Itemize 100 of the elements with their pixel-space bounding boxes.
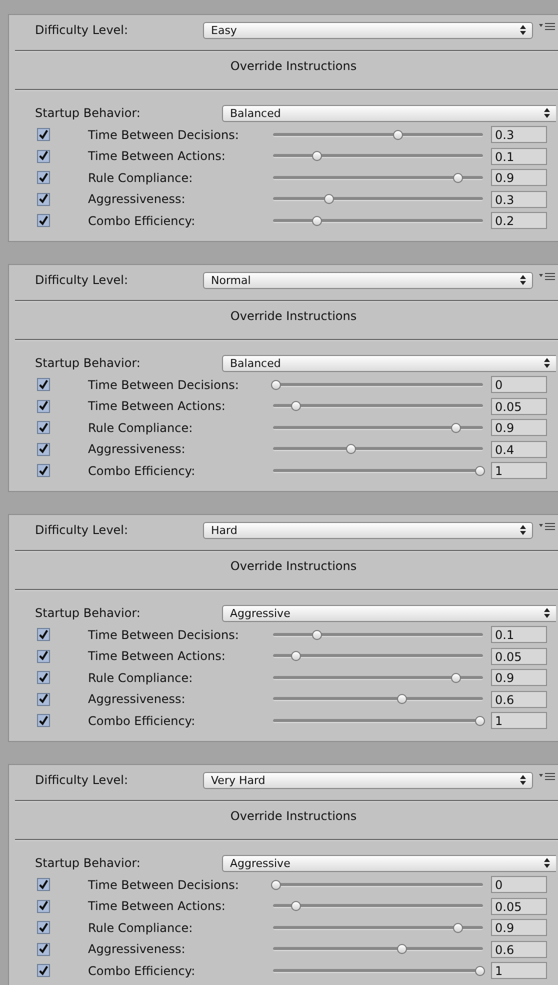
checkbox[interactable]	[37, 628, 50, 642]
checkbox[interactable]	[37, 192, 50, 206]
slider[interactable]	[271, 672, 485, 684]
value-field[interactable]: 0.1	[491, 626, 547, 644]
checkbox[interactable]	[37, 942, 50, 956]
difficulty-dropdown[interactable]: Hard	[203, 522, 533, 538]
checkbox[interactable]	[37, 171, 50, 184]
value-field[interactable]: 0.05	[491, 898, 547, 915]
checkbox[interactable]	[37, 442, 50, 456]
menu-icon[interactable]	[539, 772, 555, 782]
parameter-label: Rule Compliance:	[88, 170, 194, 185]
checkbox[interactable]	[37, 650, 50, 663]
value-field[interactable]: 0.9	[491, 419, 547, 436]
parameter-label: Combo Efficiency:	[88, 214, 196, 228]
slider-handle[interactable]	[312, 216, 322, 226]
difficulty-dropdown[interactable]: Very Hard	[203, 772, 533, 788]
slider[interactable]	[271, 214, 485, 227]
difficulty-dropdown[interactable]: Easy	[203, 22, 533, 38]
slider[interactable]	[271, 400, 485, 412]
checkbox[interactable]	[37, 150, 50, 163]
checkbox[interactable]	[37, 692, 50, 706]
difficulty-dropdown[interactable]: Normal	[203, 272, 533, 288]
slider[interactable]	[271, 878, 485, 891]
field-label: Difficulty Level:	[35, 523, 130, 537]
startup-dropdown[interactable]: Balanced	[222, 104, 556, 122]
checkbox[interactable]	[37, 900, 50, 913]
slider[interactable]	[271, 628, 485, 641]
slider[interactable]	[271, 900, 485, 912]
startup-dropdown[interactable]: Aggressive	[222, 854, 556, 872]
slider-handle[interactable]	[346, 444, 356, 454]
menu-icon[interactable]	[539, 22, 555, 32]
value-field[interactable]: 1	[491, 462, 547, 480]
checkbox[interactable]	[37, 671, 50, 684]
slider[interactable]	[271, 422, 485, 434]
field-label: Difficulty Level:	[35, 273, 130, 287]
value-field[interactable]: 0.9	[491, 919, 547, 936]
value-field[interactable]: 1	[491, 962, 547, 980]
slider-handle[interactable]	[291, 901, 302, 912]
slider[interactable]	[271, 464, 485, 477]
menu-icon[interactable]	[539, 272, 555, 282]
value-field[interactable]: 0.6	[491, 690, 547, 708]
slider-handle[interactable]	[291, 401, 302, 412]
menu-icon[interactable]	[539, 522, 555, 532]
checkbox[interactable]	[37, 400, 50, 413]
slider-handle[interactable]	[452, 172, 463, 183]
value-field[interactable]: 0.6	[491, 940, 547, 958]
slider[interactable]	[271, 964, 485, 977]
value-field[interactable]: 0.3	[491, 190, 547, 208]
slider[interactable]	[271, 922, 485, 934]
slider[interactable]	[271, 193, 485, 206]
value-field[interactable]: 0.9	[491, 169, 547, 186]
value-field[interactable]: 0.1	[491, 148, 547, 165]
checkbox[interactable]	[37, 214, 50, 228]
slider[interactable]	[271, 693, 485, 706]
slider-handle[interactable]	[475, 466, 485, 476]
value-field[interactable]: 0.4	[491, 440, 547, 458]
updown-arrow-icon	[544, 608, 550, 618]
value-field[interactable]: 0.05	[491, 398, 547, 415]
checkbox[interactable]	[37, 714, 50, 728]
slider[interactable]	[271, 714, 485, 727]
slider-handle[interactable]	[397, 694, 408, 704]
slider-handle[interactable]	[475, 716, 485, 726]
slider-handle[interactable]	[393, 130, 404, 140]
slider[interactable]	[271, 128, 485, 141]
checkbox[interactable]	[37, 378, 50, 392]
slider[interactable]	[271, 443, 485, 456]
slider-handle[interactable]	[291, 651, 302, 662]
checkbox[interactable]	[37, 128, 50, 142]
parameter-label: Time Between Decisions:	[88, 628, 240, 642]
slider-handle[interactable]	[450, 672, 461, 683]
value-field[interactable]: 0	[491, 376, 547, 394]
value-field[interactable]: 0.3	[491, 126, 547, 144]
updown-arrow-icon	[520, 525, 526, 535]
parameter-label: Time Between Actions:	[88, 149, 226, 164]
slider-handle[interactable]	[271, 880, 281, 890]
slider[interactable]	[271, 943, 485, 956]
value-field[interactable]: 0.05	[491, 648, 547, 665]
checkbox[interactable]	[37, 464, 50, 478]
checkbox[interactable]	[37, 421, 50, 434]
checkbox[interactable]	[37, 964, 50, 978]
slider-handle[interactable]	[397, 944, 408, 954]
slider-handle[interactable]	[312, 151, 322, 162]
value-field[interactable]: 0.9	[491, 669, 547, 686]
slider[interactable]	[271, 150, 485, 162]
slider-handle[interactable]	[475, 966, 485, 976]
value-field[interactable]: 1	[491, 712, 547, 730]
slider[interactable]	[271, 650, 485, 662]
checkbox[interactable]	[37, 921, 50, 934]
slider[interactable]	[271, 172, 485, 184]
checkbox[interactable]	[37, 878, 50, 892]
value-field[interactable]: 0.2	[491, 212, 547, 230]
slider-handle[interactable]	[312, 630, 322, 640]
slider-handle[interactable]	[271, 380, 281, 390]
startup-dropdown[interactable]: Balanced	[222, 354, 556, 372]
slider-handle[interactable]	[452, 922, 463, 933]
slider-handle[interactable]	[450, 422, 461, 433]
startup-dropdown[interactable]: Aggressive	[222, 604, 556, 622]
slider-handle[interactable]	[324, 194, 334, 204]
value-field[interactable]: 0	[491, 876, 547, 894]
slider[interactable]	[271, 378, 485, 391]
